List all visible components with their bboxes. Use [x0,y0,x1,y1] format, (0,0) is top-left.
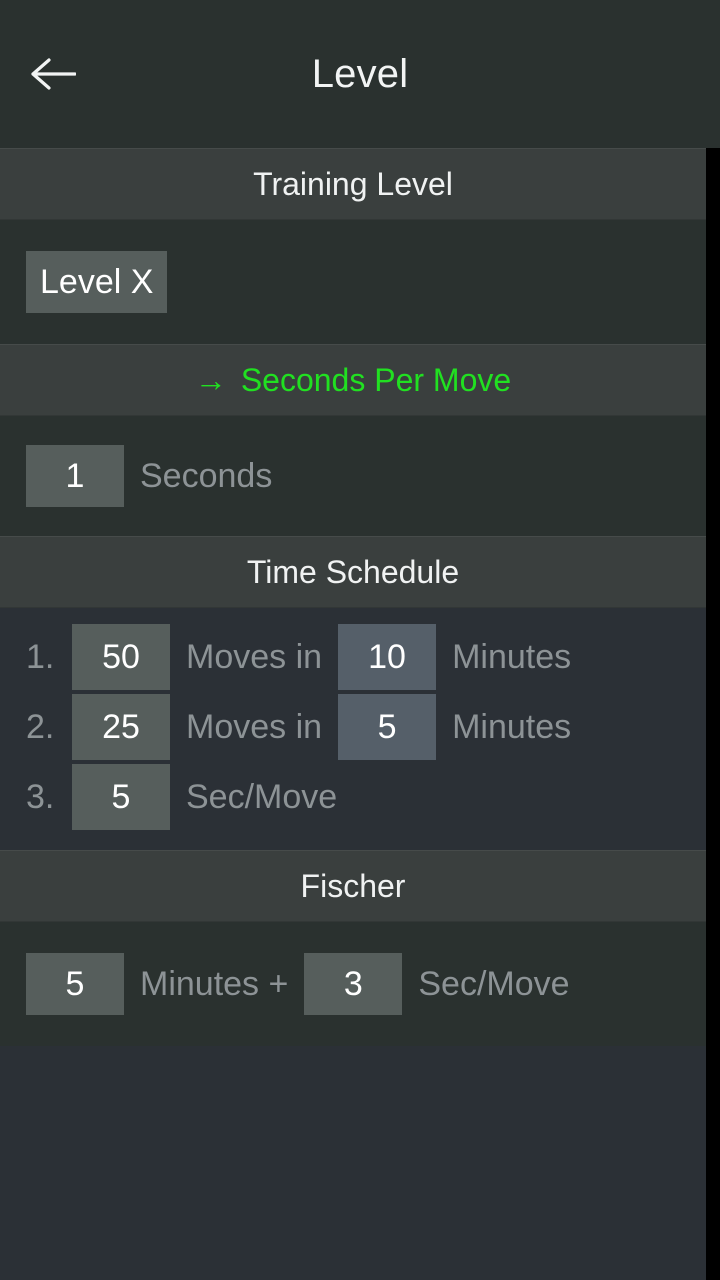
fischer-increment-button[interactable]: 3 [304,953,403,1015]
training-level-row: Level X [0,220,706,344]
section-title-time-schedule: Time Schedule [246,553,460,590]
row-index: 1. [26,637,55,676]
sec-per-move-label: Sec/Move [186,777,338,816]
time-schedule-pane: 1. 50 Moves in 10 Minutes 2. 25 Moves in… [0,608,706,850]
minutes-count-button[interactable]: 10 [338,624,437,690]
arrow-right-icon: → [194,362,227,398]
seconds-per-move-pane: 1 Seconds [0,416,706,536]
section-title-training-level: Training Level [253,165,453,202]
time-schedule-row: 3. 5 Sec/Move [0,762,706,832]
app-bar: Level [0,0,720,148]
minutes-count-button[interactable]: 5 [338,694,437,760]
minutes-label: Minutes [452,707,572,746]
back-button[interactable] [18,40,88,108]
section-header-seconds-per-move[interactable]: → Seconds Per Move [0,344,706,416]
scroll-gutter [706,148,720,1280]
moves-count-button[interactable]: 25 [72,694,170,760]
seconds-per-move-row: 1 Seconds [0,416,706,536]
time-schedule-row: 2. 25 Moves in 5 Minutes [0,692,706,762]
page-title: Level [311,51,409,96]
empty-space [0,1046,706,1280]
moves-label: Moves in [186,707,323,746]
fischer-minutes-button[interactable]: 5 [26,953,124,1015]
app-screen: Level Training Level Level X → Seconds P… [0,0,720,1280]
moves-count-button[interactable]: 50 [72,624,170,690]
fischer-pane: 5 Minutes + 3 Sec/Move [0,922,706,1046]
sec-per-move-button[interactable]: 5 [72,764,170,830]
time-schedule-row: 1. 50 Moves in 10 Minutes [0,622,706,692]
section-header-time-schedule: Time Schedule [0,536,706,608]
section-title-seconds-per-move: Seconds Per Move [240,361,512,398]
settings-list: Training Level Level X → Seconds Per Mov… [0,148,706,1280]
fischer-minutes-label: Minutes + [140,964,289,1003]
section-title-fischer: Fischer [300,867,406,904]
row-index: 3. [26,777,55,816]
section-header-fischer: Fischer [0,850,706,922]
arrow-left-icon [30,57,76,91]
fischer-increment-label: Sec/Move [418,964,570,1003]
seconds-per-move-unit-label: Seconds [140,456,273,495]
fischer-row: 5 Minutes + 3 Sec/Move [0,922,706,1046]
level-select-button[interactable]: Level X [26,251,168,313]
section-header-training-level: Training Level [0,148,706,220]
seconds-per-move-value-button[interactable]: 1 [26,445,124,507]
training-level-pane: Level X [0,220,706,344]
minutes-label: Minutes [452,637,572,676]
row-index: 2. [26,707,55,746]
moves-label: Moves in [186,637,323,676]
